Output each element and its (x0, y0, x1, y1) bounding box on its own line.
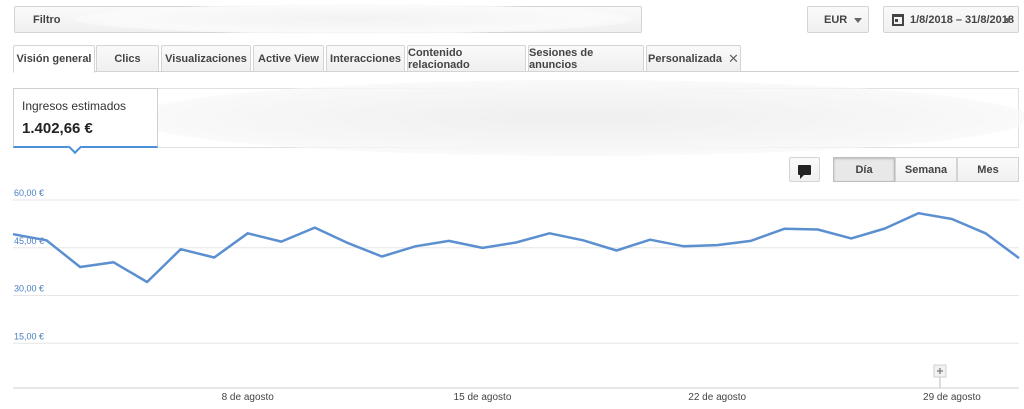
data-point (581, 238, 585, 242)
data-point (648, 238, 652, 242)
data-point (11, 232, 15, 236)
data-point (380, 255, 384, 259)
data-point (782, 227, 786, 231)
data-point (78, 265, 82, 269)
comment-icon (798, 164, 811, 179)
tab-personalizada[interactable]: Personalizada ✕ (646, 45, 741, 72)
data-point (480, 246, 484, 250)
data-point (447, 239, 451, 243)
annotations-button[interactable] (789, 157, 820, 182)
close-icon[interactable]: ✕ (728, 51, 739, 67)
metrics-redacted-area (130, 80, 1024, 156)
data-point (246, 231, 250, 235)
y-tick-label: 30,00 € (14, 284, 44, 294)
data-point (950, 217, 954, 221)
filter-redacted-area (74, 4, 634, 34)
tab-sesiones-de-anuncios[interactable]: Sesiones de anuncios (528, 45, 644, 72)
tab-label: Contenido relacionado (408, 46, 470, 71)
data-point (179, 247, 183, 251)
filter-label: Filtro (33, 13, 61, 26)
data-point (212, 255, 216, 259)
y-tick-label: 15,00 € (14, 331, 44, 341)
x-tick-label: 15 de agosto (454, 392, 512, 403)
chevron-down-icon (1004, 18, 1012, 23)
data-point (749, 239, 753, 243)
metric-value: 1.402,66 € (22, 120, 93, 137)
tab-contenido-relacionado[interactable]: Contenido relacionado (407, 45, 526, 72)
data-point (816, 227, 820, 231)
data-point (279, 240, 283, 244)
granularity-month-button[interactable]: Mes (957, 157, 1019, 182)
currency-value: EUR (824, 13, 848, 26)
tab-clics[interactable]: Clics (96, 45, 159, 72)
granularity-label: Día (855, 163, 873, 176)
data-point (916, 211, 920, 215)
granularity-day-button[interactable]: Día (833, 157, 895, 182)
data-point (413, 244, 417, 248)
data-point (849, 236, 853, 240)
tab-label: Sesiones de anuncios (529, 46, 594, 71)
granularity-label: Semana (904, 163, 948, 176)
granularity-toggle: Día Semana Mes (833, 157, 1019, 182)
tab-label: Visualizaciones (165, 52, 247, 65)
data-point (313, 226, 317, 230)
chevron-down-icon (854, 18, 862, 23)
data-point (45, 238, 49, 242)
data-point (145, 280, 149, 284)
tab-active-view[interactable]: Active View (253, 45, 324, 72)
currency-select[interactable]: EUR (807, 6, 869, 33)
tab-label: Visión general (16, 53, 92, 65)
data-point (682, 244, 686, 248)
data-point (514, 241, 518, 245)
data-point (1017, 256, 1021, 260)
granularity-week-button[interactable]: Semana (895, 157, 957, 182)
x-tick-label: 22 de agosto (688, 392, 746, 403)
data-point (615, 248, 619, 252)
data-point (548, 231, 552, 235)
data-point (983, 231, 987, 235)
data-point (883, 227, 887, 231)
tab-vision-general[interactable]: Visión general (13, 45, 95, 73)
x-tick-label: 8 de agosto (222, 392, 275, 403)
report-tabs: Visión general Clics Visualizaciones Act… (13, 45, 1019, 73)
tab-label: Interacciones (330, 52, 401, 65)
tab-interacciones[interactable]: Interacciones (326, 45, 405, 72)
x-tick-label: 29 de agosto (923, 392, 981, 403)
revenue-line-chart: 60,00 €45,00 €30,00 €15,00 €8 de agosto 1… (11, 188, 1021, 403)
date-range-picker[interactable]: 1/8/2018 – 31/8/2018 (883, 6, 1019, 33)
granularity-label: Mes (977, 163, 999, 176)
tab-label: Personalizada (648, 52, 723, 65)
data-point (346, 241, 350, 245)
calendar-icon (892, 13, 904, 26)
tab-label: Clics (114, 52, 141, 65)
y-tick-label: 60,00 € (14, 188, 44, 198)
data-point (715, 243, 719, 247)
metric-card-estimated-revenue[interactable]: Ingresos estimados 1.402,66 € (13, 88, 158, 148)
tab-label: Active View (258, 52, 319, 65)
metric-label: Ingresos estimados (22, 99, 127, 113)
data-point (112, 260, 116, 264)
tab-visualizaciones[interactable]: Visualizaciones (161, 45, 251, 72)
date-range-value: 1/8/2018 – 31/8/2018 (910, 13, 1014, 26)
